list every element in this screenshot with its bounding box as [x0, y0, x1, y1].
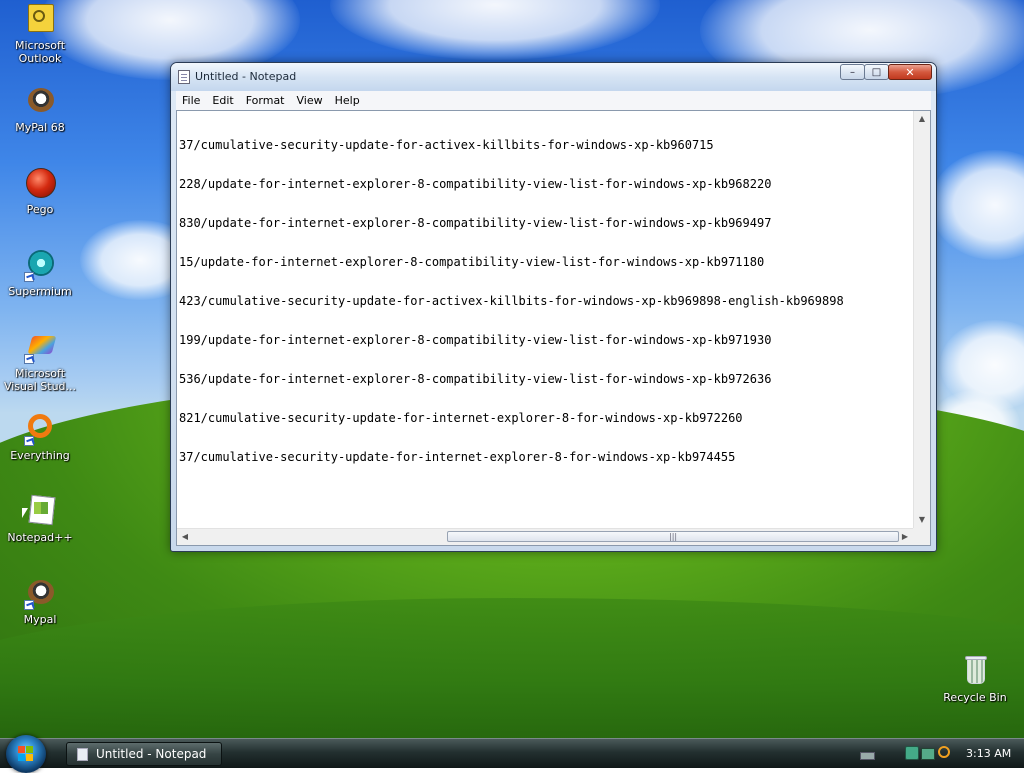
menu-help[interactable]: Help — [329, 91, 366, 110]
visual-studio-icon — [24, 332, 57, 364]
pego-icon — [24, 168, 56, 200]
start-button[interactable] — [6, 735, 46, 773]
desktop-icon-outlook[interactable]: Microsoft Outlook — [2, 4, 78, 65]
keyboard-icon[interactable] — [860, 752, 875, 760]
everything-icon — [24, 414, 56, 446]
desktop-icon-label: Notepad++ — [7, 531, 73, 544]
scroll-up-icon[interactable]: ▲ — [914, 111, 930, 127]
text-line: 228/update-for-internet-explorer-8-compa… — [179, 177, 772, 191]
text-line: 37/cumulative-security-update-for-active… — [179, 138, 714, 152]
scroll-grip: ||| — [669, 532, 678, 541]
system-clock[interactable]: 3:13 AM — [966, 741, 1011, 767]
close-icon: ✕ — [905, 66, 915, 79]
menu-view[interactable]: View — [291, 91, 329, 110]
taskbar-item-notepad[interactable]: Untitled - Notepad — [66, 742, 222, 766]
notepad-icon — [178, 70, 190, 84]
network-icon[interactable] — [921, 746, 935, 760]
text-line: 536/update-for-internet-explorer-8-compa… — [179, 372, 772, 386]
minimize-button[interactable]: – — [840, 64, 865, 80]
desktop-icon-everything[interactable]: Everything — [2, 414, 78, 462]
desktop-icon-recycle-bin[interactable]: Recycle Bin — [937, 656, 1013, 704]
scroll-left-icon[interactable]: ◀ — [177, 529, 193, 545]
system-tray: 3:13 AM — [905, 741, 1024, 767]
desktop-icon-label: Microsoft Visual Stud... — [3, 367, 77, 393]
text-line: 423/cumulative-security-update-for-activ… — [179, 294, 844, 308]
text-line: 830/update-for-internet-explorer-8-compa… — [179, 216, 772, 230]
text-line: 15/update-for-internet-explorer-8-compat… — [179, 255, 765, 269]
cursor-icon — [22, 508, 34, 524]
horizontal-scrollbar[interactable]: ◀ ||| ▶ — [177, 528, 913, 545]
windows-logo-icon — [18, 746, 34, 762]
mypal-icon — [24, 578, 56, 610]
desktop-icon-visual-studio[interactable]: Microsoft Visual Stud... — [2, 332, 78, 393]
mypal-icon — [24, 86, 56, 118]
notepad-window[interactable]: Untitled - Notepad – □ ✕ File Edit Forma… — [170, 62, 937, 552]
editor-area[interactable]: 37/cumulative-security-update-for-active… — [176, 110, 931, 546]
desktop-icon-label: Mypal — [23, 613, 57, 626]
desktop-icon-label: Everything — [10, 449, 70, 462]
desktop-icon-label: Supermium — [8, 285, 72, 298]
menu-bar: File Edit Format View Help — [176, 91, 931, 110]
vertical-scrollbar[interactable]: ▲ ▼ — [913, 111, 930, 528]
desktop-icon-mypal-68[interactable]: MyPal 68 — [2, 86, 78, 134]
desktop-icon-label: Microsoft Outlook — [14, 39, 66, 65]
scroll-right-icon[interactable]: ▶ — [897, 529, 913, 545]
horizontal-scroll-thumb[interactable]: ||| — [447, 531, 899, 542]
text-line: 821/cumulative-security-update-for-inter… — [179, 411, 743, 425]
outlook-icon — [24, 4, 56, 36]
taskbar-item-label: Untitled - Notepad — [96, 747, 207, 761]
close-button[interactable]: ✕ — [888, 64, 932, 80]
desktop-icon-supermium[interactable]: Supermium — [2, 250, 78, 298]
scrollbar-corner — [913, 528, 930, 545]
desktop-icon-notepadpp[interactable]: Notepad++ — [2, 494, 78, 544]
desktop-icon-label: Pego — [26, 203, 54, 216]
menu-file[interactable]: File — [176, 91, 206, 110]
desktop-icon-label: Recycle Bin — [943, 691, 1007, 704]
text-line: 199/update-for-internet-explorer-8-compa… — [179, 333, 772, 347]
scroll-down-icon[interactable]: ▼ — [914, 512, 930, 528]
title-bar[interactable]: Untitled - Notepad – □ ✕ — [171, 63, 936, 91]
safely-remove-icon[interactable] — [905, 746, 919, 760]
maximize-button[interactable]: □ — [864, 64, 889, 80]
text-content[interactable]: 37/cumulative-security-update-for-active… — [177, 111, 913, 528]
maximize-icon: □ — [871, 67, 882, 78]
supermium-icon — [24, 250, 56, 282]
minimize-icon: – — [850, 67, 855, 78]
desktop-icon-label: MyPal 68 — [15, 121, 65, 134]
window-title: Untitled - Notepad — [195, 70, 297, 83]
notepad-icon — [77, 748, 88, 761]
text-line: 37/cumulative-security-update-for-intern… — [179, 450, 736, 464]
search-icon[interactable] — [938, 746, 952, 760]
taskbar: Untitled - Notepad 3:13 AM — [0, 735, 1024, 773]
recycle-bin-icon — [959, 656, 991, 688]
menu-format[interactable]: Format — [240, 91, 291, 110]
desktop-icon-mypal[interactable]: Mypal — [2, 578, 78, 626]
notepadpp-icon — [22, 494, 56, 528]
menu-edit[interactable]: Edit — [206, 91, 239, 110]
desktop-icon-pego[interactable]: Pego — [2, 168, 78, 216]
